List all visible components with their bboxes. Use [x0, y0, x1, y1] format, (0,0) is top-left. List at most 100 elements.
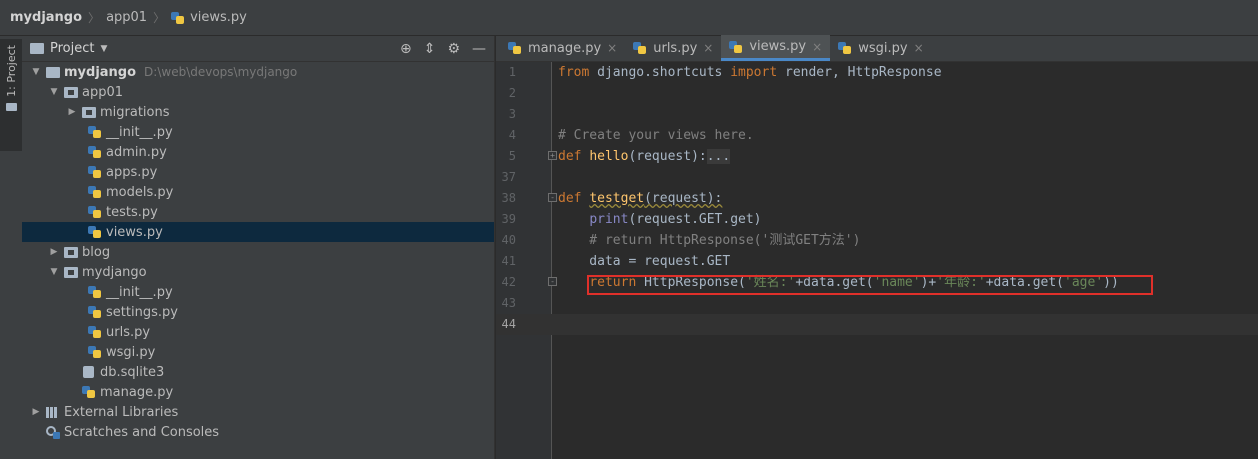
code-token: print	[589, 212, 629, 227]
line-number: 38	[501, 191, 516, 205]
code-token: (request):	[628, 149, 707, 164]
chevron-right-icon[interactable]: ▶	[66, 107, 78, 117]
tree-item[interactable]: Scratches and Consoles	[22, 422, 494, 442]
tree-item-label: mydjango	[64, 64, 137, 80]
python-file-icon	[838, 41, 852, 55]
line-number: 44	[501, 317, 516, 331]
line-number: 43	[501, 296, 516, 310]
fold-collapse-icon[interactable]: -	[548, 277, 557, 286]
code-line: 37	[496, 167, 1258, 188]
minimize-icon[interactable]: —	[472, 42, 486, 56]
folder-icon	[30, 43, 44, 54]
tree-item[interactable]: ▼ app01	[22, 82, 494, 102]
tree-item[interactable]: ▼ mydjango D:\web\devops\mydjango	[22, 62, 494, 82]
gear-icon[interactable]: ⚙	[447, 42, 460, 56]
tree-item-label: tests.py	[106, 204, 158, 220]
line-number: 3	[508, 107, 516, 121]
collapse-all-icon[interactable]: ⇕	[424, 42, 436, 56]
tree-item[interactable]: tests.py	[22, 202, 494, 222]
tree-item-label: settings.py	[106, 304, 178, 320]
editor-tab[interactable]: manage.py ×	[500, 35, 625, 61]
chevron-right-icon[interactable]: ▶	[48, 247, 60, 257]
tree-item[interactable]: ▶ blog	[22, 242, 494, 262]
tree-item[interactable]: db.sqlite3	[22, 362, 494, 382]
close-icon[interactable]: ×	[914, 41, 924, 55]
python-file-icon	[633, 41, 647, 55]
python-file-icon	[88, 145, 102, 159]
code-token: ...	[706, 149, 731, 164]
project-view-selector[interactable]: Project	[50, 41, 94, 56]
tree-item[interactable]: urls.py	[22, 322, 494, 342]
code-line: 39 print(request.GET.get)	[496, 209, 1258, 230]
code-line: 40 # return HttpResponse('测试GET方法')	[496, 230, 1258, 251]
python-file-icon	[88, 205, 102, 219]
python-file-icon	[88, 305, 102, 319]
python-file-icon	[88, 325, 102, 339]
folder-icon	[64, 86, 78, 98]
project-tool-tab[interactable]: 1: Project	[0, 39, 22, 151]
chevron-down-icon[interactable]: ▼	[48, 267, 60, 277]
breadcrumb-item[interactable]: app01	[106, 10, 147, 25]
editor-tab-label: views.py	[749, 39, 807, 54]
tree-item[interactable]: __init__.py	[22, 282, 494, 302]
editor-tab[interactable]: urls.py ×	[625, 35, 721, 61]
tree-item[interactable]: manage.py	[22, 382, 494, 402]
code-text: def hello(request):...	[558, 146, 731, 167]
code-token: import	[730, 65, 785, 80]
tree-item-label: migrations	[100, 104, 170, 120]
chevron-down-icon[interactable]: ▼	[100, 44, 107, 54]
code-editor: manage.py × urls.py × views.py × wsgi.py × 1 fro…	[496, 35, 1258, 459]
tree-item[interactable]: ▼ mydjango	[22, 262, 494, 282]
breadcrumb-item[interactable]: views.py	[171, 10, 247, 25]
code-token: from	[558, 65, 598, 80]
code-line: 3	[496, 104, 1258, 125]
folder-icon	[82, 106, 96, 118]
tree-item[interactable]: models.py	[22, 182, 494, 202]
tree-item[interactable]: apps.py	[22, 162, 494, 182]
editor-tab[interactable]: views.py ×	[721, 35, 831, 61]
tree-item-label: wsgi.py	[106, 344, 156, 360]
folder-icon	[64, 266, 78, 278]
close-icon[interactable]: ×	[812, 40, 822, 54]
left-tool-strip: 1: Project	[0, 36, 23, 459]
fold-collapse-icon[interactable]: -	[548, 193, 557, 202]
fold-expand-icon[interactable]: +	[548, 151, 557, 160]
tree-item[interactable]: __init__.py	[22, 122, 494, 142]
tree-item[interactable]: settings.py	[22, 302, 494, 322]
code-token: def	[558, 149, 590, 164]
library-icon	[46, 405, 60, 419]
editor-tab[interactable]: wsgi.py ×	[830, 35, 931, 61]
tree-item-label: __init__.py	[106, 124, 173, 140]
chevron-down-icon[interactable]: ▼	[48, 87, 60, 97]
database-icon	[82, 365, 96, 379]
breadcrumb-item-label: views.py	[190, 10, 247, 25]
folder-icon	[5, 102, 17, 111]
tree-item[interactable]: wsgi.py	[22, 342, 494, 362]
line-number: 1	[508, 65, 516, 79]
code-token: testget	[589, 191, 645, 206]
breadcrumb-item-label: mydjango	[10, 10, 83, 25]
editor-tabs: manage.py × urls.py × views.py × wsgi.py ×	[496, 35, 1258, 62]
code-line: 38 - def testget(request):	[496, 188, 1258, 209]
tree-item[interactable]: views.py	[22, 222, 494, 242]
close-icon[interactable]: ×	[703, 41, 713, 55]
chevron-down-icon[interactable]: ▼	[30, 67, 42, 77]
tree-item[interactable]: ▶ migrations	[22, 102, 494, 122]
tree-item-label: apps.py	[106, 164, 158, 180]
folder-icon	[46, 66, 60, 78]
code-text: from django.shortcuts import render, Htt…	[558, 62, 942, 83]
python-file-icon	[88, 345, 102, 359]
line-number: 4	[508, 128, 516, 142]
breadcrumb-item[interactable]: mydjango	[10, 10, 82, 25]
code-token: data = request.GET	[558, 254, 731, 269]
locate-icon[interactable]: ⊕	[400, 42, 412, 56]
chevron-right-icon[interactable]: ▶	[30, 407, 42, 417]
tree-item[interactable]: ▶ External Libraries	[22, 402, 494, 422]
python-file-icon	[171, 11, 185, 25]
tree-item-label: app01	[82, 84, 124, 100]
close-icon[interactable]: ×	[607, 41, 617, 55]
project-tool-tab-label: 1: Project	[4, 45, 18, 97]
breadcrumb-item-label: app01	[106, 10, 148, 25]
tree-item[interactable]: admin.py	[22, 142, 494, 162]
